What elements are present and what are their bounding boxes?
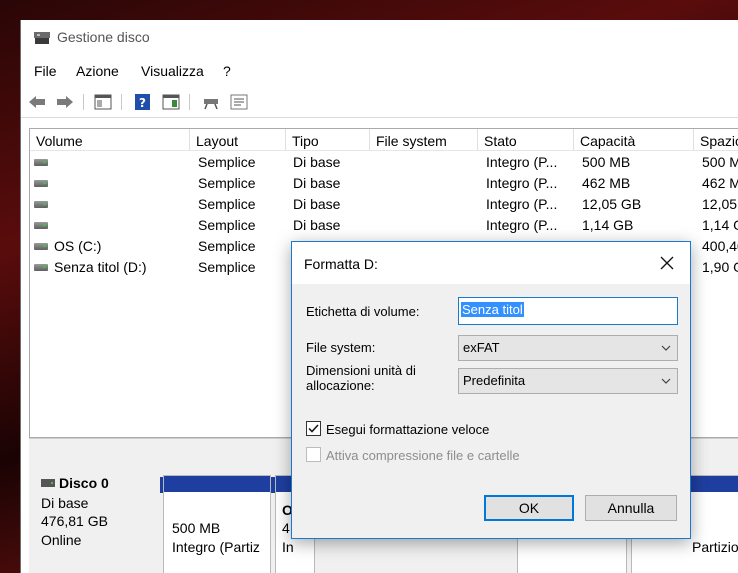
allocation-caption-line1: Dimensioni unità di xyxy=(306,363,416,378)
chevron-down-icon xyxy=(661,378,671,384)
dialog-title-bar: Formatta D: xyxy=(292,242,690,284)
disk-type: Di base xyxy=(41,495,89,511)
volume-label-caption: Etichetta di volume: xyxy=(306,304,420,319)
layout-cell: Semplice xyxy=(198,175,256,191)
capacita-cell: 1,14 GB xyxy=(582,217,634,233)
volume-label-input[interactable]: Senza titol xyxy=(458,297,678,325)
spazio-cell: 462 M xyxy=(702,175,738,191)
stato-cell: Integro (P... xyxy=(486,175,558,191)
partition-size: 4 xyxy=(282,520,290,536)
disk-size: 476,81 GB xyxy=(41,513,108,529)
console-tree-icon[interactable] xyxy=(93,93,113,111)
capacita-cell: 462 MB xyxy=(582,175,631,191)
window-title: Gestione disco xyxy=(57,29,150,45)
disk-icon xyxy=(41,479,55,487)
layout-cell: Semplice xyxy=(198,196,256,212)
column-header-volume[interactable]: Volume xyxy=(30,129,190,151)
partition-size: 500 MB xyxy=(172,520,221,536)
layout-cell: Semplice xyxy=(198,259,256,275)
menu-bar: File Azione Visualizza ? xyxy=(21,60,738,84)
chevron-down-icon xyxy=(661,345,671,351)
connect-icon[interactable] xyxy=(201,93,221,111)
file-system-select[interactable]: exFAT xyxy=(458,335,678,361)
drive-icon xyxy=(34,159,48,166)
svg-text:?: ? xyxy=(139,96,146,110)
table-row[interactable]: Semplice Di base Integro (P... 500 MB 50… xyxy=(30,152,738,173)
help-icon[interactable]: ? xyxy=(133,93,153,111)
toolbar-separator xyxy=(189,94,190,110)
dialog-title: Formatta D: xyxy=(304,256,378,272)
quick-format-checkbox[interactable] xyxy=(306,421,321,436)
partition-bar xyxy=(164,476,270,492)
stato-cell: Integro (P... xyxy=(486,217,558,233)
capacita-cell: 12,05 GB xyxy=(582,196,642,212)
spazio-cell: 1,90 G xyxy=(702,259,738,275)
table-row[interactable]: Semplice Di base Integro (P... 462 MB 46… xyxy=(30,173,738,194)
volume-cell: Senza titol (D:) xyxy=(54,259,147,275)
spazio-cell: 12,05 xyxy=(702,196,738,212)
allocation-caption-line2: allocazione: xyxy=(306,378,375,393)
toolbar-separator xyxy=(121,94,122,110)
menu-help[interactable]: ? xyxy=(223,63,231,79)
volume-cell: OS (C:) xyxy=(54,238,102,254)
stato-cell: Integro (P... xyxy=(486,154,558,170)
disk-label[interactable]: Disco 0 Di base 476,81 GB Online xyxy=(33,453,157,571)
disk-status: Online xyxy=(41,532,82,548)
properties-icon[interactable] xyxy=(229,93,249,111)
menu-file[interactable]: File xyxy=(34,63,57,79)
toolbar-separator xyxy=(83,94,84,110)
column-header-layout[interactable]: Layout xyxy=(190,129,286,151)
table-row[interactable]: Semplice Di base Integro (P... 1,14 GB 1… xyxy=(30,215,738,236)
back-arrow-icon[interactable] xyxy=(27,93,47,111)
spazio-cell: 1,14 G xyxy=(702,217,738,233)
drive-icon xyxy=(34,222,48,229)
tipo-cell: Di base xyxy=(293,175,341,191)
column-header-spazio[interactable]: Spazio xyxy=(694,129,738,151)
tipo-cell: Di base xyxy=(293,196,341,212)
partition-status: Integro (Partiz xyxy=(172,539,260,555)
tipo-cell: Di base xyxy=(293,217,341,233)
menu-visualizza[interactable]: Visualizza xyxy=(141,63,204,79)
partition-block[interactable]: 500 MB Integro (Partiz xyxy=(163,475,271,573)
ok-button[interactable]: OK xyxy=(484,495,574,521)
table-row[interactable]: Semplice Di base Integro (P... 12,05 GB … xyxy=(30,194,738,215)
file-system-caption: File system: xyxy=(306,340,376,355)
layout-cell: Semplice xyxy=(198,217,256,233)
column-header-capacita[interactable]: Capacità xyxy=(574,129,694,151)
drive-icon xyxy=(34,243,48,250)
compression-checkbox xyxy=(306,447,321,462)
drive-icon xyxy=(34,180,48,187)
forward-arrow-icon[interactable] xyxy=(55,93,75,111)
layout-cell: Semplice xyxy=(198,238,256,254)
volume-label-value: Senza titol xyxy=(461,302,524,317)
compression-label: Attiva compressione file e cartelle xyxy=(326,448,520,463)
partition-status: Partizio xyxy=(692,539,738,555)
drive-icon xyxy=(34,201,48,208)
quick-format-label[interactable]: Esegui formattazione veloce xyxy=(326,422,489,437)
spazio-cell: 500 M xyxy=(702,154,738,170)
column-header-stato[interactable]: Stato xyxy=(478,129,574,151)
toolbar: ? xyxy=(21,86,738,118)
drive-icon xyxy=(34,264,48,271)
close-icon[interactable] xyxy=(658,254,676,272)
action-pane-icon[interactable] xyxy=(161,93,181,111)
checkmark-icon xyxy=(308,424,319,433)
format-dialog: Formatta D: Etichetta di volume: Senza t… xyxy=(291,241,691,539)
allocation-size-value: Predefinita xyxy=(463,373,526,388)
column-header-tipo[interactable]: Tipo xyxy=(286,129,370,151)
tipo-cell: Di base xyxy=(293,154,341,170)
menu-azione[interactable]: Azione xyxy=(76,63,119,79)
partition-status: In xyxy=(282,539,294,555)
spazio-cell: 400,40 xyxy=(702,238,738,254)
capacita-cell: 500 MB xyxy=(582,154,631,170)
file-system-value: exFAT xyxy=(463,340,500,355)
title-bar: Gestione disco xyxy=(21,20,738,56)
layout-cell: Semplice xyxy=(198,154,256,170)
disk-name: Disco 0 xyxy=(59,475,109,491)
stato-cell: Integro (P... xyxy=(486,196,558,212)
allocation-size-select[interactable]: Predefinita xyxy=(458,368,678,394)
cancel-button[interactable]: Annulla xyxy=(585,495,677,521)
column-header-file-system[interactable]: File system xyxy=(370,129,478,151)
disk-management-icon xyxy=(34,32,50,44)
